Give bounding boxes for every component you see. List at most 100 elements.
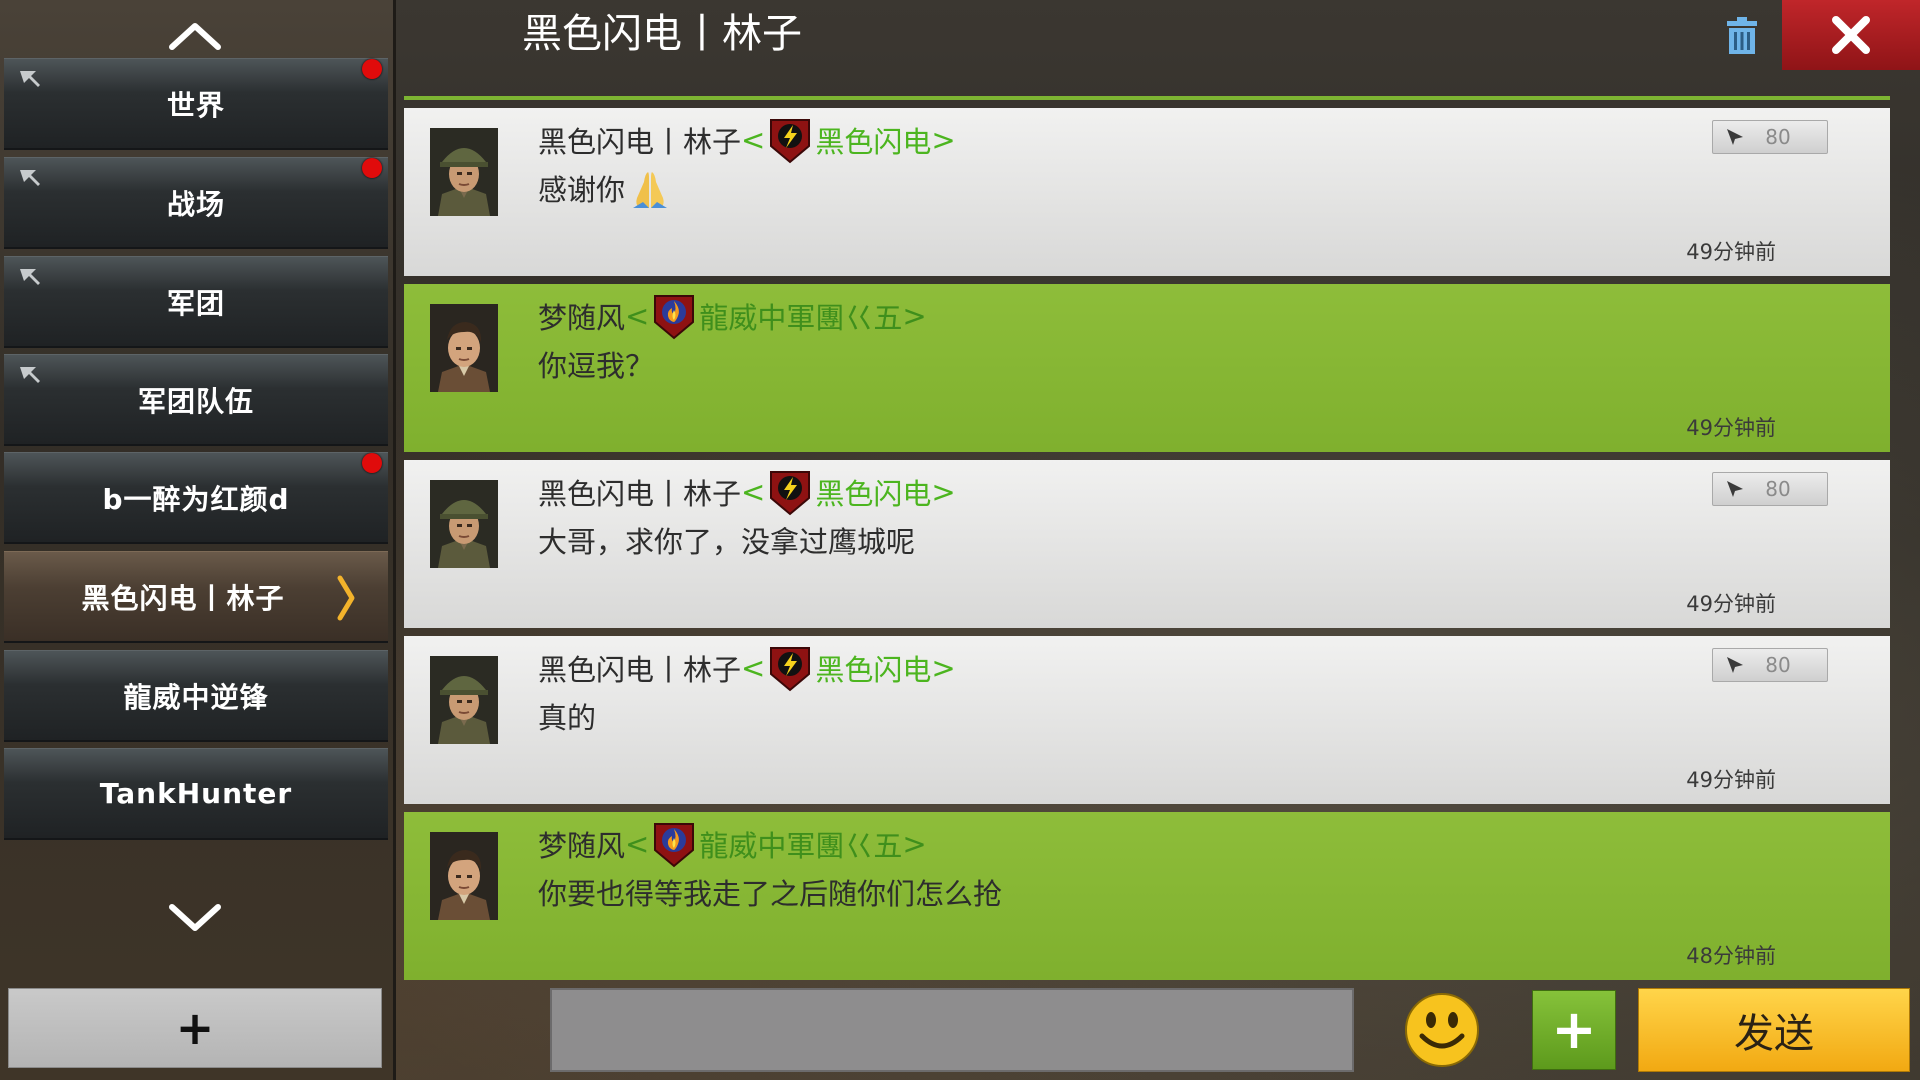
channel-label: 世界 [166,88,225,122]
emoji-button[interactable] [1402,990,1482,1070]
message-text-row: 真的 [538,696,596,740]
avatar[interactable] [430,304,498,392]
sender-line: 黑色闪电丨林子 < 黑色闪电 > [538,470,956,515]
channel-label: 黑色闪电丨林子 [81,581,285,615]
chat-message: 黑色闪电丨林子 < 黑色闪电 > 大哥，求你了，没拿过鹰城呢 80 49分钟前 [404,460,1890,628]
message-text: 你逗我？ [538,349,655,383]
close-button[interactable] [1782,0,1920,70]
message-text-row: 大哥，求你了，没拿过鹰城呢 [538,520,915,564]
rank-arrow-icon [1727,481,1743,497]
chat-message: 黑色闪电丨林子 < 黑色闪电 > 感谢你 80 49分钟前 [404,108,1890,276]
timestamp: 49分钟前 [1686,416,1776,440]
guild-name[interactable]: 黑色闪电 [815,119,931,161]
plus-label: + [1551,998,1597,1061]
rank-value: 80 [1765,477,1791,501]
timestamp: 49分钟前 [1686,768,1776,792]
message-text-row: 感谢你 [538,168,673,212]
sender-name[interactable]: 黑色闪电丨林子 [538,119,741,161]
sender-name[interactable]: 梦随风 [538,823,625,865]
avatar[interactable] [430,832,498,920]
chat-message: 梦随风 < 龍威中軍團巜五 > 你逗我？ 49分钟前 [404,284,1890,452]
rank-value: 80 [1765,653,1791,677]
chevron-down-icon [169,904,221,931]
timestamp: 49分钟前 [1686,240,1776,264]
sender-name[interactable]: 黑色闪电丨林子 [538,647,741,689]
channel-label: 军团队伍 [137,384,254,418]
scroll-up-button[interactable] [0,8,390,64]
plus-label: + [175,1001,215,1055]
add-channel-button[interactable]: + [8,988,382,1068]
message-text-row: 你要也得等我走了之后随你们怎么抢 [538,872,1002,916]
rank-arrow-icon [1727,129,1743,145]
guild-name[interactable]: 黑色闪电 [815,647,931,689]
header-divider [404,96,1890,100]
chat-message: 黑色闪电丨林子 < 黑色闪电 > 真的 80 49分钟前 [404,636,1890,804]
rank-value: 80 [1765,125,1791,149]
rank-badge: 80 [1712,472,1828,506]
timestamp: 48分钟前 [1686,944,1776,968]
channel-item-battlefield[interactable]: 战场 [4,157,388,249]
sender-line: 黑色闪电丨林子 < 黑色闪电 > [538,118,956,163]
rank-badge: 80 [1712,648,1828,682]
guild-name[interactable]: 黑色闪电 [815,471,931,513]
guild-name[interactable]: 龍威中軍團巜五 [699,823,902,865]
rank-arrow-icon [1727,657,1743,673]
message-text: 大哥，求你了，没拿过鹰城呢 [538,525,916,559]
bracket: < [741,651,766,685]
chat-message: 梦随风 < 龍威中軍團巜五 > 你要也得等我走了之后随你们怎么抢 48分钟前 [404,812,1890,980]
lightning-badge-icon [770,471,811,515]
close-icon [1832,16,1870,54]
bracket: > [931,475,956,509]
folded-hands-icon [633,172,668,208]
bracket: > [931,123,956,157]
unread-badge [362,158,382,178]
channel-label: 军团 [166,286,225,320]
bracket: < [741,123,766,157]
avatar[interactable] [430,128,498,216]
send-label: 发送 [1734,1011,1814,1057]
delete-button[interactable] [1718,12,1766,60]
sender-name[interactable]: 梦随风 [538,295,625,337]
sender-line: 梦随风 < 龍威中軍團巜五 > [538,822,927,867]
bracket: > [902,827,927,861]
smiley-icon [1405,993,1479,1067]
scroll-down-button[interactable] [0,890,390,946]
attach-button[interactable]: + [1532,990,1616,1070]
fire-badge-icon [654,823,695,867]
channel-item-legion-team[interactable]: 军团队伍 [4,354,388,446]
sender-line: 梦随风 < 龍威中軍團巜五 > [538,294,927,339]
lightning-badge-icon [770,119,811,163]
page-title: 黑色闪电丨林子 [522,11,802,57]
channel-sidebar: 世界 战场 军团 军团队伍 b一醉为红颜d 黑色闪电丨林子 龍威中逆锋 Tank… [0,0,396,1080]
sender-line: 黑色闪电丨林子 < 黑色闪电 > [538,646,956,691]
bracket: > [902,299,927,333]
chat-input[interactable] [550,988,1354,1072]
sender-name[interactable]: 黑色闪电丨林子 [538,471,741,513]
channel-label: TankHunter [99,777,293,810]
channel-item-private-2[interactable]: 龍威中逆锋 [4,650,388,742]
guild-name[interactable]: 龍威中軍團巜五 [699,295,902,337]
unread-badge [362,59,382,79]
bracket: < [625,299,650,333]
message-text: 你要也得等我走了之后随你们怎么抢 [538,877,1003,911]
channel-item-private-active[interactable]: 黑色闪电丨林子 [4,551,388,643]
channel-label: 战场 [166,187,225,221]
avatar[interactable] [430,480,498,568]
message-text-row: 你逗我？ [538,344,654,388]
fire-badge-icon [654,295,695,339]
lightning-badge-icon [770,647,811,691]
trash-icon [1727,17,1757,54]
timestamp: 49分钟前 [1686,592,1776,616]
bracket: < [741,475,766,509]
avatar[interactable] [430,656,498,744]
message-text: 真的 [538,701,597,735]
rank-badge: 80 [1712,120,1828,154]
chevron-up-icon [169,23,221,50]
channel-item-world[interactable]: 世界 [4,58,388,150]
channel-item-private-3[interactable]: TankHunter [4,748,388,840]
channel-item-private-1[interactable]: b一醉为红颜d [4,452,388,544]
send-button[interactable]: 发送 [1638,988,1910,1072]
channel-item-legion[interactable]: 军团 [4,256,388,348]
bracket: < [625,827,650,861]
channel-label: 龍威中逆锋 [123,680,269,714]
